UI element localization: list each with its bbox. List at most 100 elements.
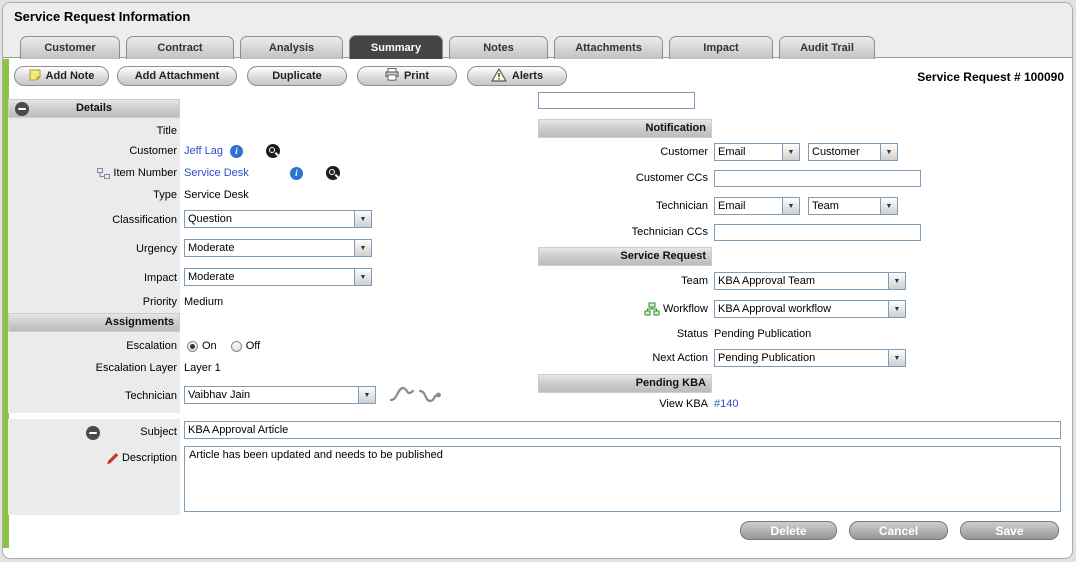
customer-method-select[interactable]: Email xyxy=(714,143,800,161)
add-note-button[interactable]: Add Note xyxy=(14,66,109,86)
note-icon xyxy=(29,69,41,84)
item-number-label: Item Number xyxy=(113,167,177,179)
chevron-down-icon xyxy=(354,269,371,285)
page-title: Service Request Information xyxy=(14,9,190,24)
priority-value: Medium xyxy=(184,295,223,309)
escalation-label: Escalation xyxy=(30,339,177,353)
notification-header-label: Notification xyxy=(646,122,707,134)
description-textarea[interactable]: Article has been updated and needs to be… xyxy=(184,446,1061,512)
status-value: Pending Publication xyxy=(714,327,811,341)
technician-ccs-label: Technician CCs xyxy=(560,225,708,239)
team-select[interactable]: KBA Approval Team xyxy=(714,272,906,290)
tab-notes[interactable]: Notes xyxy=(449,36,548,59)
technician-method-select[interactable]: Email xyxy=(714,197,800,215)
next-action-label: Next Action xyxy=(560,351,708,365)
chevron-down-icon xyxy=(888,301,905,317)
technician-label: Technician xyxy=(30,389,177,403)
save-button[interactable]: Save xyxy=(960,521,1059,540)
escalate-icon[interactable] xyxy=(389,384,415,409)
tab-customer[interactable]: Customer xyxy=(20,36,120,59)
escalation-off-label: Off xyxy=(246,340,260,352)
tab-impact[interactable]: Impact xyxy=(669,36,773,59)
notification-technician-label: Technician xyxy=(560,199,708,213)
delete-button[interactable]: Delete xyxy=(740,521,837,540)
add-attachment-button[interactable]: Add Attachment xyxy=(117,66,237,86)
details-header-label: Details xyxy=(76,102,112,114)
item-info-icon[interactable] xyxy=(290,167,303,180)
workflow-icon xyxy=(644,302,660,316)
assignments-section-header: Assignments xyxy=(8,313,180,332)
escalation-on-radio[interactable] xyxy=(187,341,198,352)
assignments-header-label: Assignments xyxy=(105,316,174,328)
technician-recipient-select[interactable]: Team xyxy=(808,197,898,215)
alerts-label: Alerts xyxy=(512,70,543,82)
item-icon xyxy=(97,168,110,179)
alert-icon xyxy=(491,68,507,85)
customer-label: Customer xyxy=(30,144,177,158)
empty-top-input[interactable] xyxy=(538,92,695,109)
chevron-down-icon xyxy=(782,198,799,214)
next-action-select[interactable]: Pending Publication xyxy=(714,349,906,367)
print-label: Print xyxy=(404,70,429,82)
type-label: Type xyxy=(30,188,177,202)
impact-label: Impact xyxy=(30,271,177,285)
deescalate-icon[interactable] xyxy=(418,386,442,410)
technician-selected-value: Vaibhav Jain xyxy=(185,387,358,403)
subject-input[interactable] xyxy=(184,421,1061,439)
print-button[interactable]: Print xyxy=(357,66,457,86)
view-kba-link[interactable]: #140 xyxy=(714,397,738,411)
add-attachment-label: Add Attachment xyxy=(135,70,220,82)
tab-summary[interactable]: Summary xyxy=(349,35,443,59)
notification-section-header: Notification xyxy=(538,119,712,138)
chevron-down-icon xyxy=(354,211,371,227)
item-number-link[interactable]: Service Desk xyxy=(184,166,249,180)
urgency-select[interactable]: Moderate xyxy=(184,239,372,257)
escalation-off-radio[interactable] xyxy=(231,341,242,352)
type-value: Service Desk xyxy=(184,188,249,202)
classification-select[interactable]: Question xyxy=(184,210,372,228)
classification-selected-value: Question xyxy=(185,211,354,227)
customer-link[interactable]: Jeff Lag xyxy=(184,144,223,158)
pending-kba-header-label: Pending KBA xyxy=(636,377,706,389)
tab-audit-trail[interactable]: Audit Trail xyxy=(779,36,875,59)
escalation-layer-value: Layer 1 xyxy=(184,361,221,375)
tab-contract[interactable]: Contract xyxy=(126,36,234,59)
customer-info-icon[interactable] xyxy=(230,145,243,158)
technician-recipient-value: Team xyxy=(809,198,880,214)
tab-attachments[interactable]: Attachments xyxy=(554,36,663,59)
details-section-header: Details xyxy=(8,99,180,118)
escalation-layer-label: Escalation Layer xyxy=(30,361,177,375)
print-icon xyxy=(385,68,399,84)
customer-recipient-select[interactable]: Customer xyxy=(808,143,898,161)
workflow-select[interactable]: KBA Approval workflow xyxy=(714,300,906,318)
service-request-section-header: Service Request xyxy=(538,247,712,266)
cancel-button[interactable]: Cancel xyxy=(849,521,948,540)
duplicate-button[interactable]: Duplicate xyxy=(247,66,347,86)
urgency-selected-value: Moderate xyxy=(185,240,354,256)
status-label: Status xyxy=(560,327,708,341)
chevron-down-icon xyxy=(354,240,371,256)
screen: Service Request Information Customer Con… xyxy=(0,0,1076,562)
impact-selected-value: Moderate xyxy=(185,269,354,285)
alerts-button[interactable]: Alerts xyxy=(467,66,567,86)
collapse-details-icon[interactable] xyxy=(15,102,29,116)
priority-label: Priority xyxy=(30,295,177,309)
chevron-down-icon xyxy=(358,387,375,403)
impact-select[interactable]: Moderate xyxy=(184,268,372,286)
escalation-on-label: On xyxy=(202,340,217,352)
classification-label: Classification xyxy=(30,213,177,227)
description-label: Description xyxy=(122,452,177,464)
customer-ccs-label: Customer CCs xyxy=(560,171,708,185)
notification-customer-label: Customer xyxy=(560,145,708,159)
pencil-icon[interactable] xyxy=(106,452,119,465)
customer-recipient-value: Customer xyxy=(809,144,880,160)
chevron-down-icon xyxy=(888,273,905,289)
description-label-row: Description xyxy=(30,451,177,465)
customer-method-value: Email xyxy=(715,144,782,160)
technician-ccs-input[interactable] xyxy=(714,224,921,241)
chevron-down-icon xyxy=(782,144,799,160)
urgency-label: Urgency xyxy=(30,242,177,256)
customer-ccs-input[interactable] xyxy=(714,170,921,187)
tab-analysis[interactable]: Analysis xyxy=(240,36,343,59)
technician-select[interactable]: Vaibhav Jain xyxy=(184,386,376,404)
